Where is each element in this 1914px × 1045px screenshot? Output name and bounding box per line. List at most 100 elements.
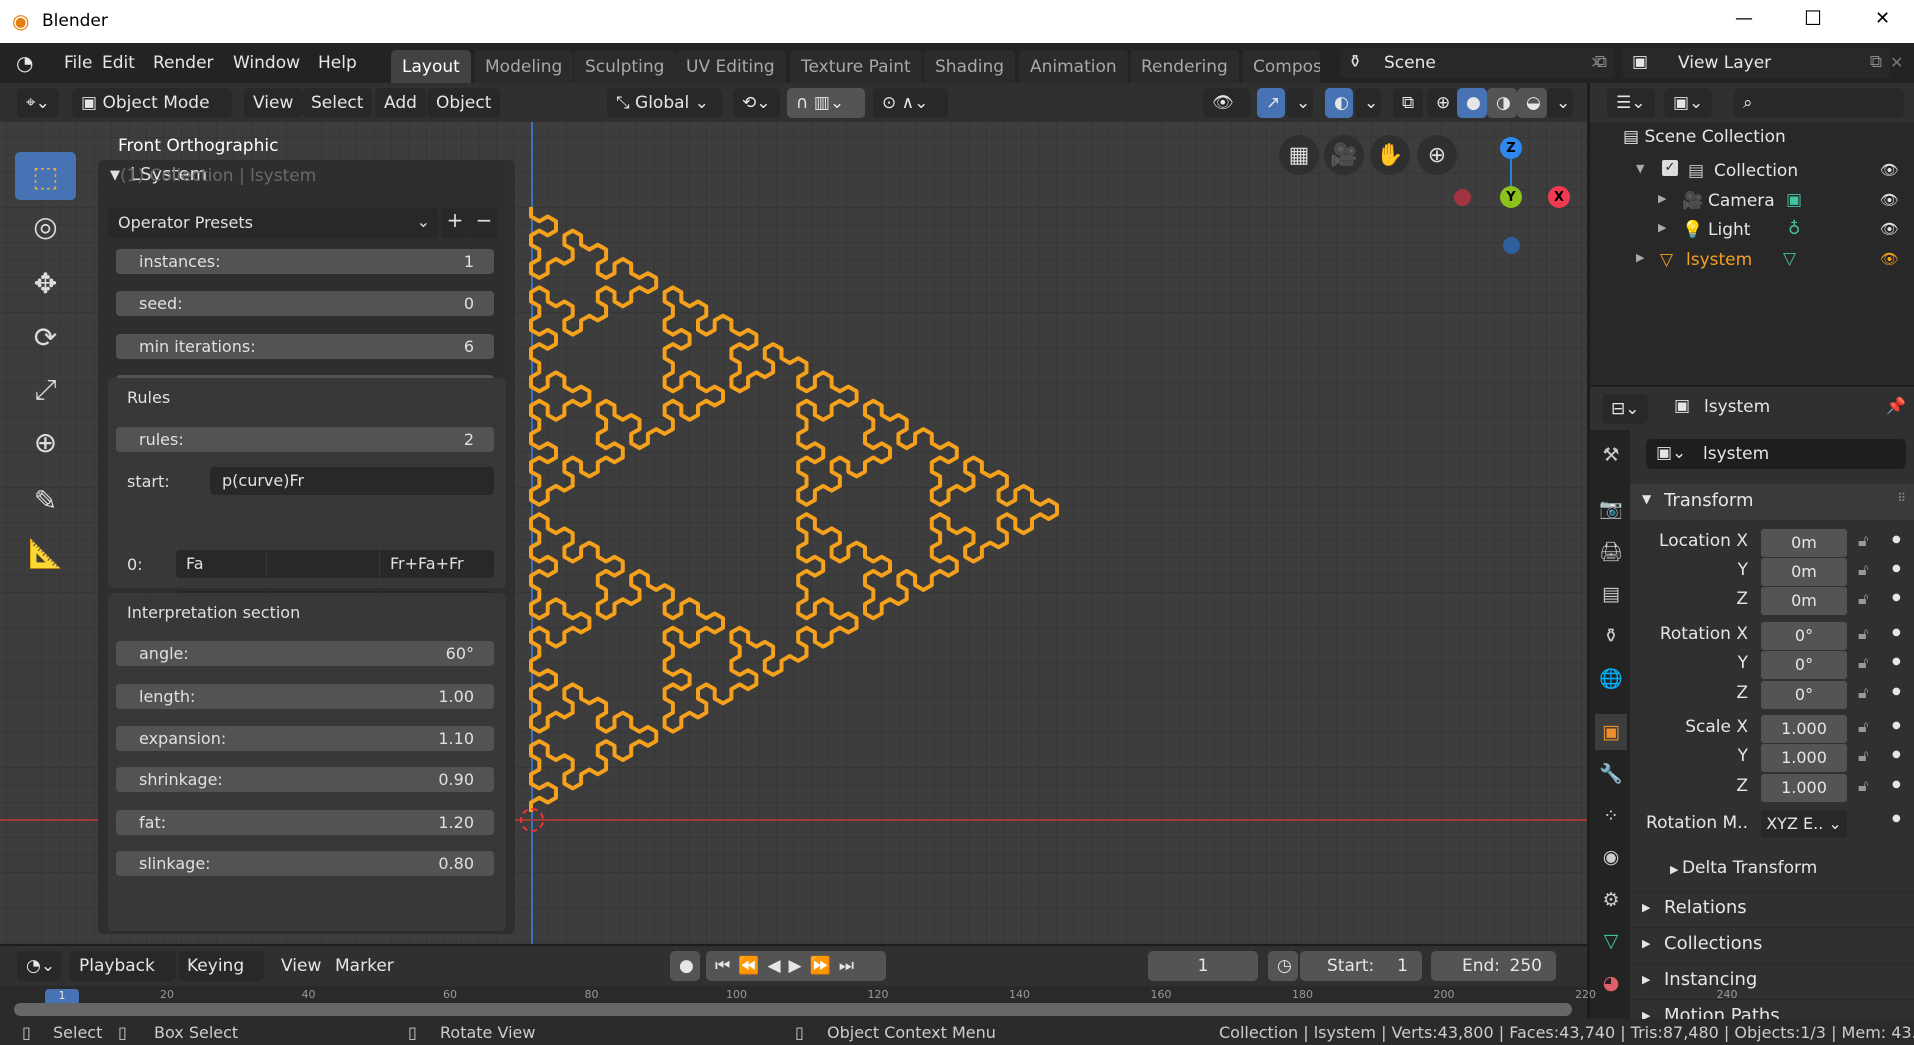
properties-tab-view-layer[interactable]: ▤ [1595, 576, 1627, 612]
collapse-icon[interactable]: ▼ [110, 168, 120, 183]
expand-arrow-icon[interactable]: ▼ [1636, 162, 1644, 175]
visibility-eye-icon[interactable]: 👁 [1880, 250, 1899, 268]
keyframe-dot-icon[interactable]: ● [1892, 813, 1901, 824]
transform-tool[interactable]: ⊕ [15, 418, 76, 466]
properties-tab-scene[interactable]: ⚱ [1595, 618, 1627, 654]
select-box-tool[interactable]: ⬚ [15, 152, 76, 200]
lock-icon[interactable]: 🔓︎ [1858, 653, 1868, 673]
timeline-scrubber[interactable]: 1 20 40 60 80 100 120 140 160 180 200 220 240 [0, 986, 1738, 1019]
delete-scene-button[interactable]: ✕ [1590, 53, 1603, 72]
shading-dropdown[interactable]: ⌄ [1547, 88, 1573, 118]
transform-rotation-x-field[interactable]: 0° [1761, 622, 1847, 650]
keyframe-dot-icon[interactable]: ● [1892, 592, 1901, 603]
material-shading-button[interactable]: ◑ [1487, 88, 1517, 118]
timeline-view-menu[interactable]: View [272, 951, 330, 981]
lock-icon[interactable]: 🔓︎ [1858, 589, 1868, 609]
rendered-shading-button[interactable]: ◒ [1517, 88, 1547, 118]
gizmo-z-axis[interactable]: Z [1500, 137, 1522, 159]
section-instancing[interactable]: ▶ Instancing [1630, 963, 1914, 997]
wireframe-shading-button[interactable]: ⊕ [1427, 88, 1457, 118]
marker-menu[interactable]: Marker [326, 951, 403, 981]
rotation-mode-dropdown[interactable]: XYZ E.. ⌄ [1761, 810, 1847, 838]
properties-tab-object[interactable]: ▣ [1595, 714, 1627, 750]
outliner-row-lsystem[interactable]: ▶ ▽ lsystem ▽ 👁 [1590, 246, 1914, 276]
gizmo-y-axis[interactable]: Y [1500, 186, 1522, 208]
expansion-field[interactable]: expansion: 1.10 [116, 726, 494, 751]
exclude-checkbox[interactable]: ✓ [1662, 160, 1678, 176]
clock-icon[interactable]: ◷ [1268, 951, 1298, 981]
object-name-input[interactable]: ▣⌄ lsystem [1646, 439, 1906, 469]
gizmo-x-axis[interactable]: X [1548, 186, 1570, 208]
visibility-eye-icon[interactable]: 👁 [1880, 161, 1899, 179]
outliner-filter-button[interactable]: ▣⌄ [1664, 88, 1712, 118]
keyframe-dot-icon[interactable]: ● [1892, 656, 1901, 667]
properties-tab-material[interactable]: ◕ [1595, 965, 1627, 1001]
timeline-editor-type-button[interactable]: ◔⌄ [17, 951, 61, 981]
properties-editor-type-button[interactable]: ⊟⌄ [1602, 394, 1648, 424]
tab-sculpting[interactable]: Sculpting [574, 50, 676, 83]
orientation-dropdown[interactable]: ⤡ Global ⌄ [607, 88, 722, 118]
start-frame-input[interactable]: Start: 1 [1300, 951, 1422, 981]
instances-field[interactable]: instances: 1 [116, 249, 494, 274]
editor-type-button[interactable]: ⌖⌄ [17, 88, 59, 118]
menu-window[interactable]: Window [233, 53, 300, 73]
blender-menu-icon[interactable]: ◔ [16, 51, 33, 75]
transform-scale-y-field[interactable]: 1.000 [1761, 744, 1847, 772]
pin-icon[interactable]: 📌 [1886, 396, 1906, 415]
annotate-tool[interactable]: ✎ [15, 476, 76, 524]
lock-icon[interactable]: 🔓︎ [1858, 531, 1868, 551]
timeline-scrollbar[interactable] [14, 1003, 1572, 1016]
gizmo-toggle[interactable]: ↗ [1257, 88, 1285, 118]
transform-rotation-z-field[interactable]: 0° [1761, 681, 1847, 709]
delta-transform-subpanel[interactable]: ▶ Delta Transform [1670, 858, 1817, 878]
gizmo-neg-x-axis[interactable] [1454, 189, 1471, 206]
outliner-row-collection[interactable]: ▼ ✓ ▤ Collection 👁 [1590, 157, 1914, 187]
overlay-dropdown[interactable]: ⌄ [1355, 88, 1381, 118]
view-layer-selector[interactable]: ▣ View Layer ⧉ [1622, 48, 1890, 78]
remove-preset-button[interactable]: − [470, 208, 498, 238]
properties-tab-modifier[interactable]: 🔧 [1595, 755, 1627, 791]
lock-icon[interactable]: 🔓︎ [1858, 683, 1868, 703]
angle-field[interactable]: angle: 60° [116, 641, 494, 666]
pan-view-button[interactable]: ✋ [1370, 135, 1410, 175]
playback-controls[interactable]: ⏮⏪◀▶⏩⏭ [706, 951, 886, 981]
expand-arrow-icon[interactable]: ▶ [1658, 192, 1666, 205]
menu-file[interactable]: File [64, 53, 92, 73]
keyframe-dot-icon[interactable]: ● [1892, 686, 1901, 697]
overlay-toggle[interactable]: ◐ [1325, 88, 1353, 118]
transform-location-x-field[interactable]: 0m [1761, 529, 1847, 557]
section-relations[interactable]: ▶ Relations [1630, 891, 1914, 925]
xray-toggle[interactable]: ⧉ [1393, 88, 1423, 118]
properties-tab-world[interactable]: 🌐 [1595, 660, 1627, 696]
current-frame-input[interactable]: 1 [1148, 951, 1258, 981]
tab-texture-paint[interactable]: Texture Paint [790, 50, 922, 83]
zoom-view-button[interactable]: ⊕ [1417, 135, 1457, 175]
rule-predecessor-input[interactable]: Fa [176, 550, 266, 578]
object-menu[interactable]: Object [427, 88, 501, 118]
maximize-button[interactable]: ☐ [1804, 6, 1822, 30]
scene-collection-row[interactable]: ▤ Scene Collection [1590, 127, 1914, 157]
view-menu[interactable]: View [244, 88, 303, 118]
pivot-dropdown[interactable]: ⟲⌄ [733, 88, 780, 118]
keyframe-dot-icon[interactable]: ● [1892, 627, 1901, 638]
min-iterations-field[interactable]: min iterations: 6 [116, 334, 494, 359]
lock-icon[interactable]: 🔓︎ [1858, 776, 1868, 796]
data-mesh-icon[interactable]: ▽ [1783, 249, 1796, 269]
add-menu[interactable]: Add [375, 88, 426, 118]
properties-tab-constraints[interactable]: ⚙ [1595, 882, 1627, 918]
slinkage-field[interactable]: slinkage: 0.80 [116, 851, 494, 876]
transform-header[interactable]: ▼ Transform ⠿ [1630, 484, 1914, 520]
scale-tool[interactable]: ⤢ [15, 366, 76, 414]
proportional-edit-toggle[interactable]: ⊙ ∧⌄ [873, 88, 948, 118]
transform-scale-x-field[interactable]: 1.000 [1761, 715, 1847, 743]
lock-icon[interactable]: 🔓︎ [1858, 717, 1868, 737]
shrinkage-field[interactable]: shrinkage: 0.90 [116, 767, 494, 792]
lock-icon[interactable]: 🔓︎ [1858, 560, 1868, 580]
keyframe-dot-icon[interactable]: ● [1892, 779, 1901, 790]
visibility-eye-icon[interactable]: 👁 [1880, 191, 1899, 209]
cursor-tool[interactable]: ◎ [15, 202, 76, 250]
transform-scale-z-field[interactable]: 1.000 [1761, 774, 1847, 802]
visibility-eye-icon[interactable]: 👁 [1880, 220, 1899, 238]
close-button[interactable]: ✕ [1875, 8, 1890, 29]
rule-condition-input[interactable] [267, 550, 379, 578]
